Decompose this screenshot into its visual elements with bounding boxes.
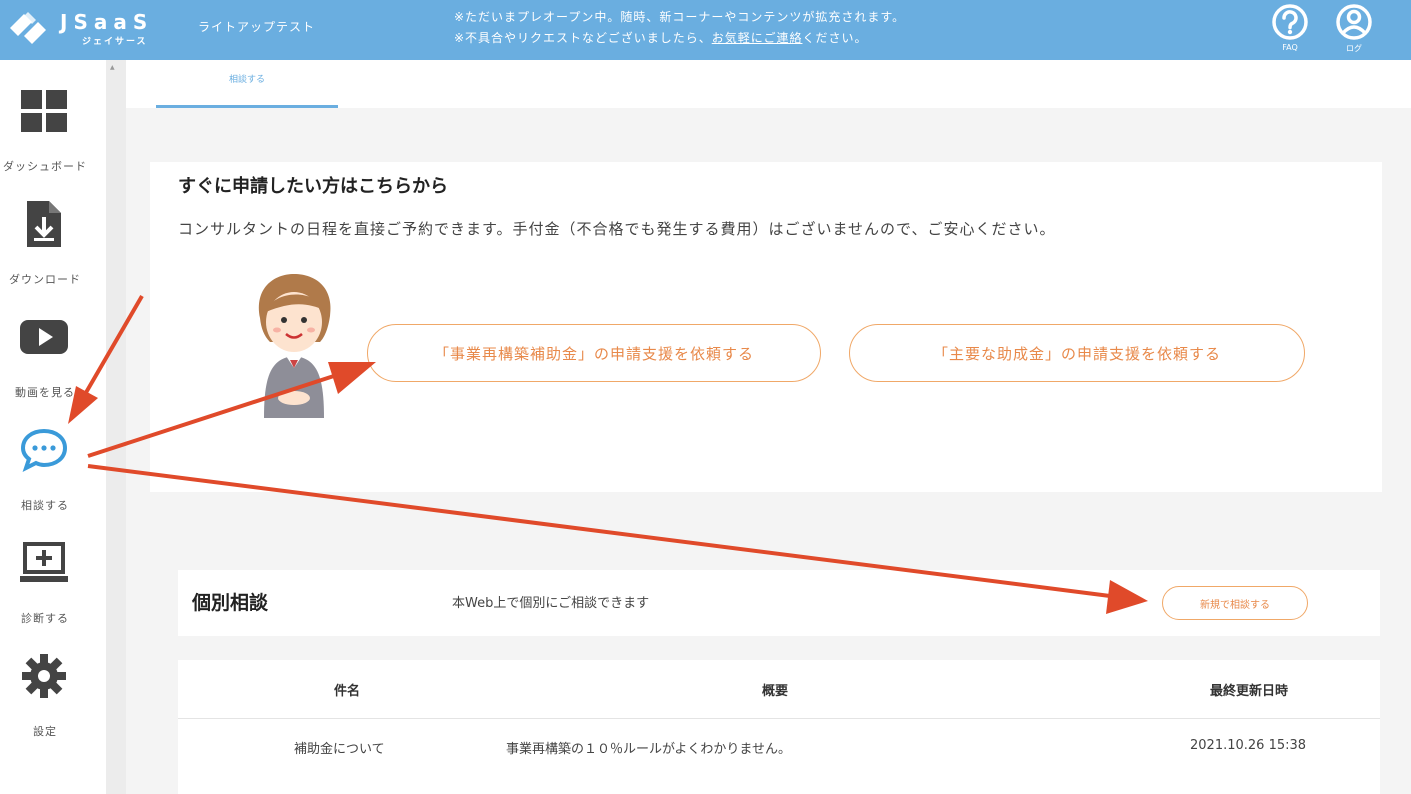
sidebar-item-label: 設定 [33, 725, 57, 738]
logo-subtext: ジェイサース [82, 37, 148, 47]
notice-line-2-pre: ※不具合やリクエストなどございましたら、 [454, 31, 712, 45]
tab-bar: 相談する [126, 60, 1411, 108]
sidebar-item-label: 診断する [21, 612, 69, 625]
cell-subject[interactable]: 補助金について [294, 738, 385, 757]
individual-consult-panel: 個別相談 本Web上で個別にご相談できます 新規で相談する [178, 570, 1380, 636]
table-divider [178, 718, 1380, 719]
apply-restructuring-subsidy-button[interactable]: 「事業再構築補助金」の申請支援を依頼する [367, 324, 821, 382]
contact-link[interactable]: お気軽にご連絡 [712, 31, 803, 45]
cell-updated: 2021.10.26 15:38 [1190, 738, 1307, 753]
chat-icon [20, 428, 68, 472]
app-header: JSaaS ジェイサース ライトアップテスト ※ただいまプレオープン中。随時、新… [0, 0, 1411, 60]
new-consult-button[interactable]: 新規で相談する [1162, 586, 1308, 620]
column-header-updated: 最終更新日時 [1210, 684, 1289, 699]
individual-consult-title: 個別相談 [192, 592, 269, 614]
sidebar-item-dashboard[interactable]: ダッシュボード [0, 86, 106, 196]
faq-label: FAQ [1282, 43, 1298, 52]
apply-major-grant-button[interactable]: 「主要な助成金」の申請支援を依頼する [849, 324, 1305, 382]
sidebar-item-settings[interactable]: 設定 [0, 651, 106, 761]
diagnose-icon [20, 542, 68, 582]
column-header-subject: 件名 [334, 684, 361, 699]
consult-table: 件名 概要 最終更新日時 補助金について 事業再構築の１０％ルールがよくわかりま… [178, 660, 1380, 794]
individual-consult-description: 本Web上で個別にご相談できます [452, 596, 650, 611]
tenant-name: ライトアップテスト [198, 20, 316, 34]
logo-mark-icon [10, 12, 46, 44]
consultant-illustration [258, 274, 331, 418]
apply-description: コンサルタントの日程を直接ご予約できます。手付金（不合格でも発生する費用）はござ… [178, 220, 1056, 238]
account-button[interactable]: ログ [1332, 2, 1376, 56]
gear-icon [22, 654, 66, 698]
video-icon [20, 320, 68, 354]
download-icon [27, 201, 61, 247]
header-notice: ※ただいまプレオープン中。随時、新コーナーやコンテンツが拡充されます。 ※不具合… [454, 7, 905, 49]
logo[interactable]: JSaaS ジェイサース [4, 6, 174, 52]
notice-line-1: ※ただいまプレオープン中。随時、新コーナーやコンテンツが拡充されます。 [454, 10, 906, 24]
notice-line-2-post: ください。 [802, 31, 868, 45]
user-icon [1336, 4, 1372, 40]
sidebar-item-diagnose[interactable]: 診断する [0, 538, 106, 648]
logo-text: JSaaS [60, 10, 154, 34]
apply-title: すぐに申請したい方はこちらから [178, 176, 448, 197]
account-label: ログ [1346, 44, 1362, 53]
apply-card: すぐに申請したい方はこちらから コンサルタントの日程を直接ご予約できます。手付金… [150, 162, 1382, 492]
sidebar-item-video[interactable]: 動画を見る [0, 312, 106, 422]
sidebar-item-consult[interactable]: 相談する [0, 425, 106, 535]
cell-summary: 事業再構築の１０％ルールがよくわかりません。 [506, 742, 791, 757]
help-icon [1272, 4, 1308, 40]
sidebar-item-label: 動画を見る [15, 386, 75, 399]
sidebar-item-label: ダッシュボード [3, 160, 87, 173]
faq-button[interactable]: FAQ [1268, 2, 1312, 56]
sidebar: ダッシュボード ダウンロード 動画を見る 相談する 診断する 設定 [0, 60, 106, 794]
column-header-summary: 概要 [762, 684, 789, 699]
main-content: 相談する すぐに申請したい方はこちらから コンサルタントの日程を直接ご予約できま… [126, 60, 1411, 794]
notice-line-2: ※不具合やリクエストなどございましたら、お気軽にご連絡ください。 [454, 28, 905, 49]
dashboard-icon [21, 90, 67, 132]
sidebar-item-label: 相談する [21, 499, 69, 512]
sidebar-scrollbar[interactable] [106, 60, 126, 794]
sidebar-item-label: ダウンロード [9, 273, 81, 286]
sidebar-item-download[interactable]: ダウンロード [0, 199, 106, 309]
scroll-up-icon[interactable]: ▲ [110, 64, 115, 71]
tab-consult[interactable]: 相談する [156, 72, 338, 108]
